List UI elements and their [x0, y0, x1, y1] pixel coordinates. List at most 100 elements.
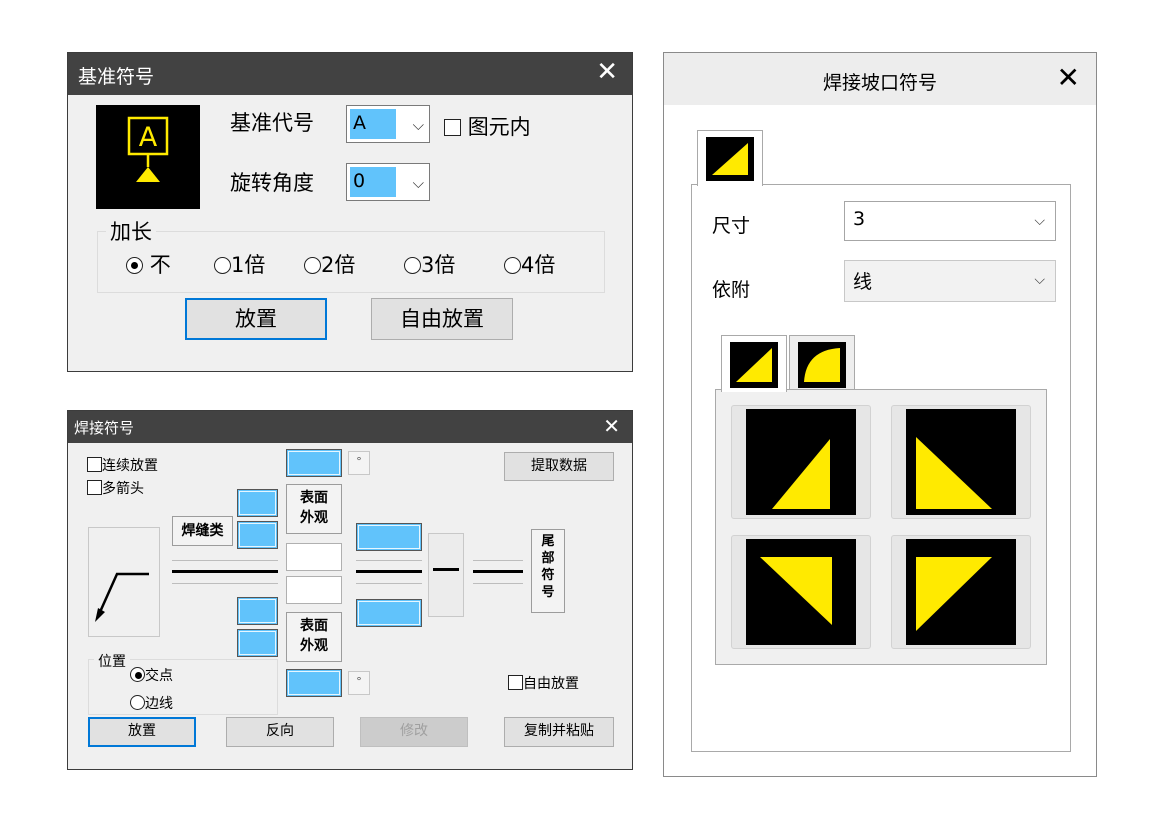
bevel-option-down-left[interactable]: [731, 535, 871, 649]
triangle-down-left-icon: [760, 557, 832, 625]
position-group-title: 位置: [94, 651, 130, 671]
bottom-prefix-field[interactable]: [237, 629, 278, 657]
chevron-down-icon: ⌵: [412, 174, 424, 192]
pitch-box[interactable]: [428, 533, 464, 617]
reference-dash-line: [172, 560, 278, 561]
size-label: 尺寸: [712, 215, 751, 237]
chevron-down-icon: ⌵: [1034, 213, 1045, 229]
place-button[interactable]: 放置: [88, 717, 196, 747]
extract-data-button[interactable]: 提取数据: [504, 452, 614, 481]
weld-type-button[interactable]: 焊缝类: [172, 516, 233, 546]
extend-option-4x[interactable]: 4倍: [504, 249, 555, 279]
dialog-title: 焊接坡口符号: [822, 72, 937, 94]
tab-triangle[interactable]: [697, 130, 763, 186]
bevel-option-up-left[interactable]: [731, 405, 871, 519]
surface-top-button[interactable]: 表面 外观: [286, 484, 342, 534]
code-label: 基准代号: [230, 111, 314, 135]
leader-preview[interactable]: [88, 527, 160, 637]
weld-symbol-dialog: 焊接符号 ✕ 连续放置 多箭头 ° 提取数据 焊缝类 表面 外观 尾 部 符 号…: [67, 410, 633, 770]
title-bar: 基准符号 ✕: [68, 53, 632, 95]
checkbox-icon: [508, 675, 523, 690]
continuous-place-checkbox[interactable]: 连续放置: [87, 455, 158, 475]
tail-symbol-button[interactable]: 尾 部 符 号: [531, 529, 565, 613]
datum-preview: A: [96, 105, 200, 209]
extend-option-none[interactable]: 不: [126, 249, 171, 279]
bevel-curve-icon: [798, 342, 846, 388]
top-center-field[interactable]: [286, 543, 342, 571]
modify-button: 修改: [360, 717, 468, 747]
bottom-degree-box[interactable]: °: [348, 671, 370, 695]
dialog-title: 基准符号: [78, 66, 155, 88]
top-length-field[interactable]: [356, 523, 422, 551]
leader-arrow-icon: [95, 572, 149, 622]
title-bar: 焊接坡口符号 ✕: [664, 53, 1096, 105]
top-size-field[interactable]: [237, 489, 278, 517]
reference-dash-line: [473, 583, 523, 584]
checkbox-icon: [87, 480, 102, 495]
reference-dash-line: [356, 560, 422, 561]
radio-icon: [130, 667, 145, 682]
close-icon[interactable]: ✕: [1057, 61, 1080, 94]
in-frame-checkbox[interactable]: 图元内: [444, 111, 531, 141]
attach-select[interactable]: 线 ⌵: [844, 260, 1056, 302]
tab-bevel-curved[interactable]: [789, 335, 855, 390]
code-select[interactable]: A ⌵: [346, 105, 430, 143]
attach-label: 依附: [712, 279, 751, 301]
reference-line: [473, 570, 523, 573]
copy-paste-button[interactable]: 复制并粘贴: [504, 717, 614, 747]
datum-symbol-dialog: 基准符号 ✕ A 基准代号 A ⌵ 图元内 旋转角度 0 ⌵ 加长 不 1倍 2…: [67, 52, 633, 372]
position-option-intersection[interactable]: 交点: [130, 665, 173, 685]
close-icon[interactable]: ✕: [596, 57, 618, 87]
datum-symbol-icon: A: [127, 116, 169, 182]
reference-dash-line: [473, 560, 523, 561]
radio-icon: [504, 257, 521, 274]
multi-arrow-checkbox[interactable]: 多箭头: [87, 478, 144, 498]
bottom-angle-field[interactable]: [286, 669, 342, 697]
place-button[interactable]: 放置: [185, 298, 327, 340]
reference-line: [172, 570, 278, 573]
close-icon[interactable]: ✕: [603, 413, 620, 439]
free-place-checkbox[interactable]: 自由放置: [508, 673, 579, 693]
bevel-option-up-right[interactable]: [891, 405, 1031, 519]
surface-bottom-button[interactable]: 表面 外观: [286, 612, 342, 662]
rotation-label: 旋转角度: [230, 171, 314, 195]
top-degree-box[interactable]: °: [348, 451, 370, 475]
chevron-down-icon: ⌵: [1034, 272, 1045, 288]
checkbox-icon: [87, 457, 102, 472]
reference-dash-line: [172, 583, 278, 584]
radio-icon: [130, 695, 145, 710]
bottom-length-field[interactable]: [356, 599, 422, 627]
reverse-button[interactable]: 反向: [226, 717, 334, 747]
datum-letter: A: [139, 122, 158, 153]
bevel-triangle-icon: [706, 137, 754, 181]
reference-dash-line: [356, 583, 422, 584]
reference-line: [356, 570, 422, 573]
bevel-triangle-icon: [730, 342, 778, 388]
chevron-down-icon: ⌵: [412, 116, 424, 134]
size-select[interactable]: 3 ⌵: [844, 201, 1056, 241]
title-bar: 焊接符号 ✕: [68, 411, 632, 443]
triangle-right-icon: [916, 437, 992, 509]
dialog-title: 焊接符号: [74, 419, 135, 437]
radio-icon: [126, 257, 143, 274]
bevel-option-down-right[interactable]: [891, 535, 1031, 649]
extend-option-2x[interactable]: 2倍: [304, 249, 355, 279]
checkbox-icon: [444, 119, 461, 136]
extend-option-1x[interactable]: 1倍: [214, 249, 265, 279]
top-prefix-field[interactable]: [237, 521, 278, 549]
bottom-center-field[interactable]: [286, 576, 342, 604]
top-angle-field[interactable]: [286, 449, 342, 477]
bevel-symbol-dialog: 焊接坡口符号 ✕ 尺寸 3 ⌵ 依附 线 ⌵: [663, 52, 1097, 777]
radio-icon: [214, 257, 231, 274]
rotation-select[interactable]: 0 ⌵: [346, 163, 430, 201]
radio-icon: [304, 257, 321, 274]
bottom-size-field[interactable]: [237, 597, 278, 625]
reference-line: [433, 568, 459, 571]
triangle-down-right-icon: [916, 557, 992, 631]
extend-option-3x[interactable]: 3倍: [404, 249, 455, 279]
extend-group-title: 加长: [106, 216, 156, 246]
triangle-left-icon: [772, 439, 830, 509]
tab-bevel-straight[interactable]: [721, 335, 787, 392]
position-option-edge[interactable]: 边线: [130, 693, 173, 713]
free-place-button[interactable]: 自由放置: [371, 298, 513, 340]
